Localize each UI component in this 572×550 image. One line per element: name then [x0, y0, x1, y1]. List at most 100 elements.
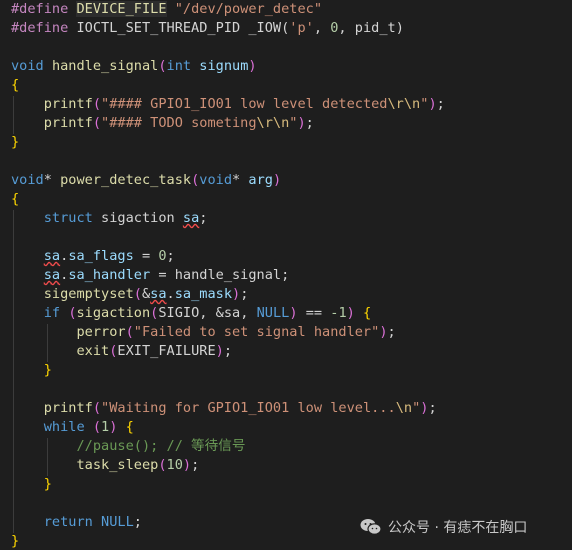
code-token: "#### TODO someting [101, 115, 257, 131]
code-token: printf [43, 400, 93, 416]
code-token: ; [223, 343, 233, 359]
code-line[interactable]: sigemptyset(&sa.sa_mask); [11, 285, 249, 304]
code-line[interactable]: printf("#### TODO someting\r\n"); [11, 114, 314, 133]
code-token: } [11, 134, 20, 150]
code-token: , [313, 20, 331, 36]
code-token: ) [182, 457, 192, 473]
code-line[interactable]: } [11, 133, 19, 152]
code-token: = handle_signal; [150, 267, 290, 283]
code-token: signum [199, 58, 249, 74]
code-token: ) [428, 96, 437, 112]
code-line[interactable]: //pause(); // 等待信号 [11, 437, 245, 456]
code-token: , pid_t) [338, 20, 404, 36]
code-token: . [166, 286, 175, 302]
code-line[interactable]: if (sigaction(SIGIO, &sa, NULL) == -1) { [11, 304, 371, 323]
code-token: EXIT_FAILURE [117, 343, 216, 359]
code-line[interactable]: perror("Failed to set signal handler"); [11, 323, 395, 342]
code-token: handle_signal [51, 58, 159, 74]
code-token: * [43, 172, 61, 188]
code-token: printf [43, 96, 93, 112]
code-token: #define [11, 20, 77, 36]
code-token: ; [428, 400, 437, 416]
code-line[interactable]: printf("#### GPIO1_IO01 low level detect… [11, 95, 445, 114]
code-token: 'p' [289, 20, 314, 36]
code-token: arg [248, 172, 273, 188]
code-line[interactable]: sa.sa_flags = 0; [11, 247, 175, 266]
code-token: ( [68, 305, 77, 321]
code-token: IOCTL_SET_THREAD_PID _IOW( [76, 20, 290, 36]
code-line[interactable]: } [11, 361, 52, 380]
code-line[interactable]: while (1) { [11, 418, 134, 437]
code-token: sa_handler [68, 267, 151, 283]
code-line[interactable]: #define DEVICE_FILE "/dev/power_detec" [11, 0, 322, 19]
code-token: ( [158, 457, 167, 473]
code-editor[interactable]: #define DEVICE_FILE "/dev/power_detec" #d… [0, 0, 572, 550]
code-token: sigemptyset [43, 286, 134, 302]
code-token: sigaction [92, 210, 183, 226]
code-line[interactable]: struct sigaction sa; [11, 209, 208, 228]
code-token: printf [43, 115, 93, 131]
code-token: sa_mask [174, 286, 233, 302]
code-token: NULL [101, 514, 134, 530]
code-token: ) [289, 305, 298, 321]
code-token: "/dev/power_detec" [174, 1, 323, 17]
code-token: ( [158, 58, 167, 74]
code-line[interactable]: #define IOCTL_SET_THREAD_PID _IOW('p', 0… [11, 19, 404, 38]
code-token: == [297, 305, 331, 321]
code-token: -1 [330, 305, 347, 321]
code-token: //pause(); // 等待信号 [76, 438, 246, 454]
code-line[interactable]: void* power_detec_task(void* arg) [11, 171, 281, 190]
code-token: ( [92, 419, 102, 435]
code-line[interactable]: sa.sa_handler = handle_signal; [11, 266, 290, 285]
code-token: 10 [166, 457, 183, 473]
code-token: task_sleep [76, 457, 159, 473]
code-token: return [43, 514, 93, 530]
code-token: ( [92, 115, 102, 131]
code-token: DEVICE_FILE [76, 1, 167, 17]
code-token: sa [43, 267, 61, 283]
code-token: ( [125, 324, 134, 340]
code-token: 1 [101, 419, 110, 435]
code-token: ( [133, 286, 142, 302]
code-token: = [133, 248, 159, 264]
code-line[interactable]: void handle_signal(int signum) [11, 57, 257, 76]
code-token: sa [43, 248, 61, 264]
code-token: int [166, 58, 192, 74]
code-token: ) [248, 58, 257, 74]
code-line[interactable]: task_sleep(10); [11, 456, 199, 475]
code-token: ; [305, 115, 314, 131]
code-token: ) [346, 305, 355, 321]
code-token: ; [199, 210, 208, 226]
code-line[interactable]: printf("Waiting for GPIO1_IO01 low level… [11, 399, 437, 418]
code-line[interactable]: exit(EXIT_FAILURE); [11, 342, 232, 361]
code-token: & [141, 286, 151, 302]
code-token: ( [92, 96, 102, 112]
code-line[interactable]: { [11, 76, 19, 95]
code-token: \r\n [256, 115, 290, 131]
code-line[interactable]: } [11, 532, 19, 550]
code-token: exit [76, 343, 110, 359]
code-token: while [43, 419, 85, 435]
code-line[interactable]: { [11, 190, 19, 209]
code-token: struct [43, 210, 93, 226]
code-token: void [11, 172, 44, 188]
wechat-icon [360, 518, 382, 536]
code-token: * [232, 172, 249, 188]
watermark-text: 公众号 · 有痣不在胸口 [388, 520, 528, 536]
code-line[interactable]: return NULL; [11, 513, 142, 532]
code-line[interactable]: } [11, 475, 52, 494]
code-token: } [43, 476, 52, 492]
code-token: sa_flags [68, 248, 134, 264]
